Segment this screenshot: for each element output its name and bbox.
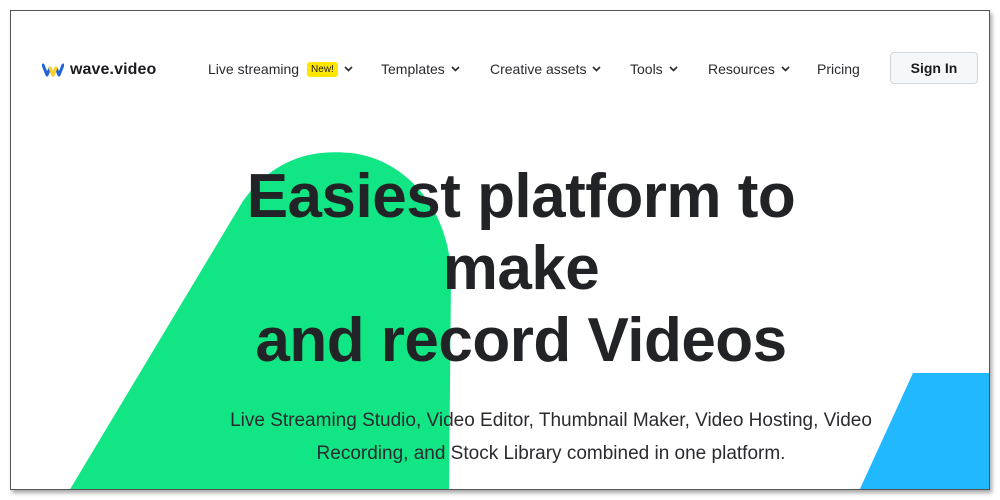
nav-item-tools[interactable]: Tools [630, 61, 678, 77]
nav-item-live-streaming[interactable]: Live streaming New! [208, 61, 353, 77]
nav-item-label: Tools [630, 61, 663, 77]
wave-logo-icon [42, 63, 64, 77]
browser-viewport: wave.video Live streaming New! Templates… [10, 10, 990, 490]
nav-item-label: Resources [708, 61, 775, 77]
hero-title-line: make [442, 234, 600, 303]
nav-item-creative-assets[interactable]: Creative assets [490, 61, 602, 77]
nav-item-label: Live streaming [208, 61, 300, 77]
hero-title-line: and record Videos [255, 306, 787, 375]
sign-in-button[interactable]: Sign In [890, 52, 978, 84]
hero-title: Easiest platform to make and record Vide… [201, 161, 841, 377]
nav-item-label: Templates [381, 61, 445, 77]
hero-subtitle-line: Live Streaming Studio, Video Editor, Thu… [230, 410, 872, 431]
chevron-down-icon [669, 66, 678, 72]
brand-logo[interactable]: wave.video [42, 61, 156, 79]
brand-name: wave.video [70, 61, 157, 78]
nav-item-templates[interactable]: Templates [381, 61, 460, 77]
hero-subtitle: Live Streaming Studio, Video Editor, Thu… [181, 404, 921, 470]
chevron-down-icon [781, 66, 790, 72]
nav-item-pricing[interactable]: Pricing [817, 61, 860, 77]
chevron-down-icon [451, 66, 460, 72]
new-badge: New! [307, 61, 338, 77]
hero-subtitle-line: Recording, and Stock Library combined in… [316, 443, 786, 464]
chevron-down-icon [592, 66, 602, 72]
chevron-down-icon [344, 66, 353, 72]
nav-item-resources[interactable]: Resources [708, 61, 790, 77]
nav-item-label: Pricing [817, 61, 860, 77]
hero-title-line: Easiest platform to [246, 162, 796, 231]
site-header: wave.video Live streaming New! Templates… [11, 11, 989, 127]
nav-item-label: Creative assets [490, 61, 587, 77]
